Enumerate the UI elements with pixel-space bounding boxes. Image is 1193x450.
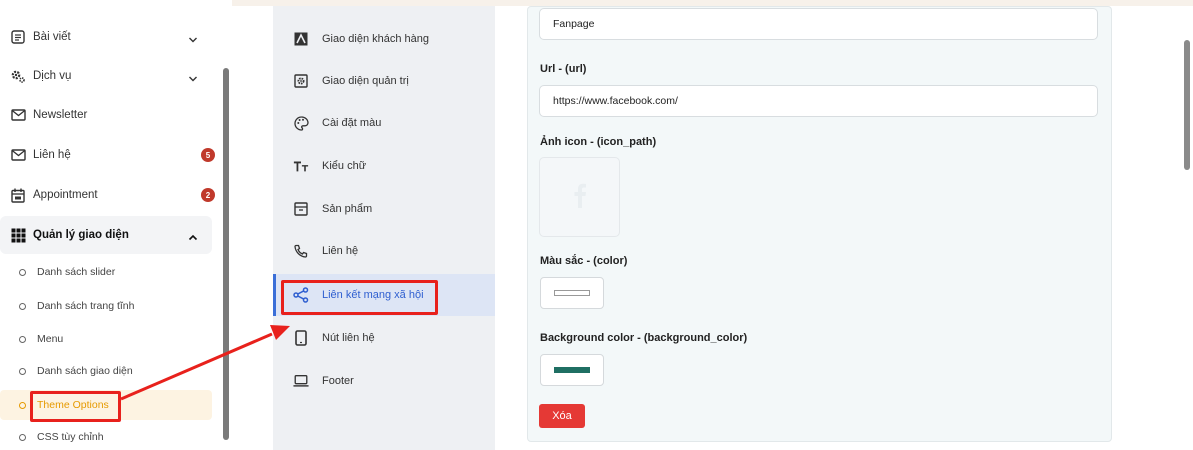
mail-icon [10,147,26,163]
sidebar-item-label: Newsletter [33,109,88,121]
tab-label: Kiểu chữ [322,160,367,172]
subitem-static-pages[interactable]: Danh sách trang tĩnh [0,291,212,321]
subitem-custom-css[interactable]: CSS tùy chỉnh [0,422,212,450]
notification-badge: 2 [201,188,215,202]
tab-label: Giao diện quản trị [322,75,409,87]
sidebar-item-services[interactable]: Dịch vụ [0,57,212,95]
tab-products[interactable]: Sản phẩm [273,188,495,230]
customer-ui-icon [293,31,309,47]
calendar-icon [10,187,26,203]
gears-icon [10,68,26,84]
sidebar-item-label: Liên hệ [33,149,71,161]
tab-footer[interactable]: Footer [273,360,495,402]
bullet-icon [19,302,26,310]
tab-contact[interactable]: Liên hệ [273,230,495,272]
sidebar-item-label: Appointment [33,189,98,201]
notification-badge: 5 [201,148,215,162]
tab-typography[interactable]: Kiểu chữ [273,145,495,187]
archive-icon [293,201,309,217]
url-label: Url - (url) [540,63,587,75]
article-icon [10,29,26,45]
mail-icon [10,107,26,123]
palette-icon [293,115,309,131]
sidebar-item-contact[interactable]: Liên hệ 5 [0,136,215,174]
subitem-menu[interactable]: Menu [0,324,212,354]
subitem-label: Menu [37,333,64,345]
highlight-social-tab [281,280,438,315]
color-picker[interactable] [540,277,604,309]
icon-path-label: Ảnh icon - (icon_path) [540,136,657,148]
bullet-icon [19,367,26,375]
tab-label: Cài đặt màu [322,117,382,129]
tab-customer-ui[interactable]: Giao diện khách hàng [273,18,495,60]
icon-upload-box[interactable] [539,157,620,237]
chevron-down-icon [188,71,198,82]
background-color-swatch [554,367,590,373]
highlight-theme-options [30,391,121,422]
tab-label: Footer [322,375,354,387]
mobile-icon [293,330,309,346]
bullet-icon [19,335,26,343]
sidebar-item-label: Bài viết [33,31,71,43]
sidebar-item-articles[interactable]: Bài viết [0,18,212,56]
color-swatch [554,290,590,296]
tab-label: Liên hệ [322,245,359,257]
bullet-icon [19,433,26,441]
tab-contact-button[interactable]: Nút liên hệ [273,317,495,359]
sidebar-item-newsletter[interactable]: Newsletter [0,96,212,134]
subitem-theme-list[interactable]: Danh sách giao diện [0,356,212,386]
url-input[interactable]: https://www.facebook.com/ [539,85,1098,117]
name-input[interactable]: Fanpage [539,8,1098,40]
sidebar-item-label: Quản lý giao diện [33,229,129,241]
chevron-up-icon [188,230,198,241]
subitem-label: Danh sách trang tĩnh [37,300,135,312]
chevron-down-icon [188,32,198,43]
background-color-picker[interactable] [540,354,604,386]
tab-label: Sản phẩm [322,203,373,215]
subitem-slider-list[interactable]: Danh sách slider [0,257,212,287]
sidebar: Bài viết Dịch vụ Newsletter Liên hệ 5 Ap… [0,0,222,450]
laptop-icon [293,373,309,389]
phone-icon [293,243,309,259]
subitem-label: Danh sách slider [37,266,116,278]
tab-label: Nút liên hệ [322,332,375,344]
tab-color-settings[interactable]: Cài đặt màu [273,102,495,144]
bullet-icon [19,268,26,276]
admin-ui-icon [293,73,309,89]
subitem-label: CSS tùy chỉnh [37,431,104,443]
subitem-label: Danh sách giao diện [37,365,133,377]
tab-admin-ui[interactable]: Giao diện quản trị [273,60,495,102]
facebook-icon [573,182,587,213]
sidebar-item-theme-management[interactable]: Quản lý giao diện [0,216,212,254]
delete-button[interactable]: Xóa [539,404,585,428]
background-color-label: Background color - (background_color) [540,332,748,344]
sidebar-item-appointment[interactable]: Appointment 2 [0,176,215,214]
color-label: Màu sắc - (color) [540,255,628,267]
sidebar-item-label: Dịch vụ [33,70,72,82]
grid-icon [10,227,26,243]
tab-label: Giao diện khách hàng [322,33,430,45]
sidebar-scrollbar[interactable] [223,68,229,440]
typography-icon [293,158,309,174]
page-scrollbar[interactable] [1184,40,1190,170]
bullet-icon [19,401,26,409]
